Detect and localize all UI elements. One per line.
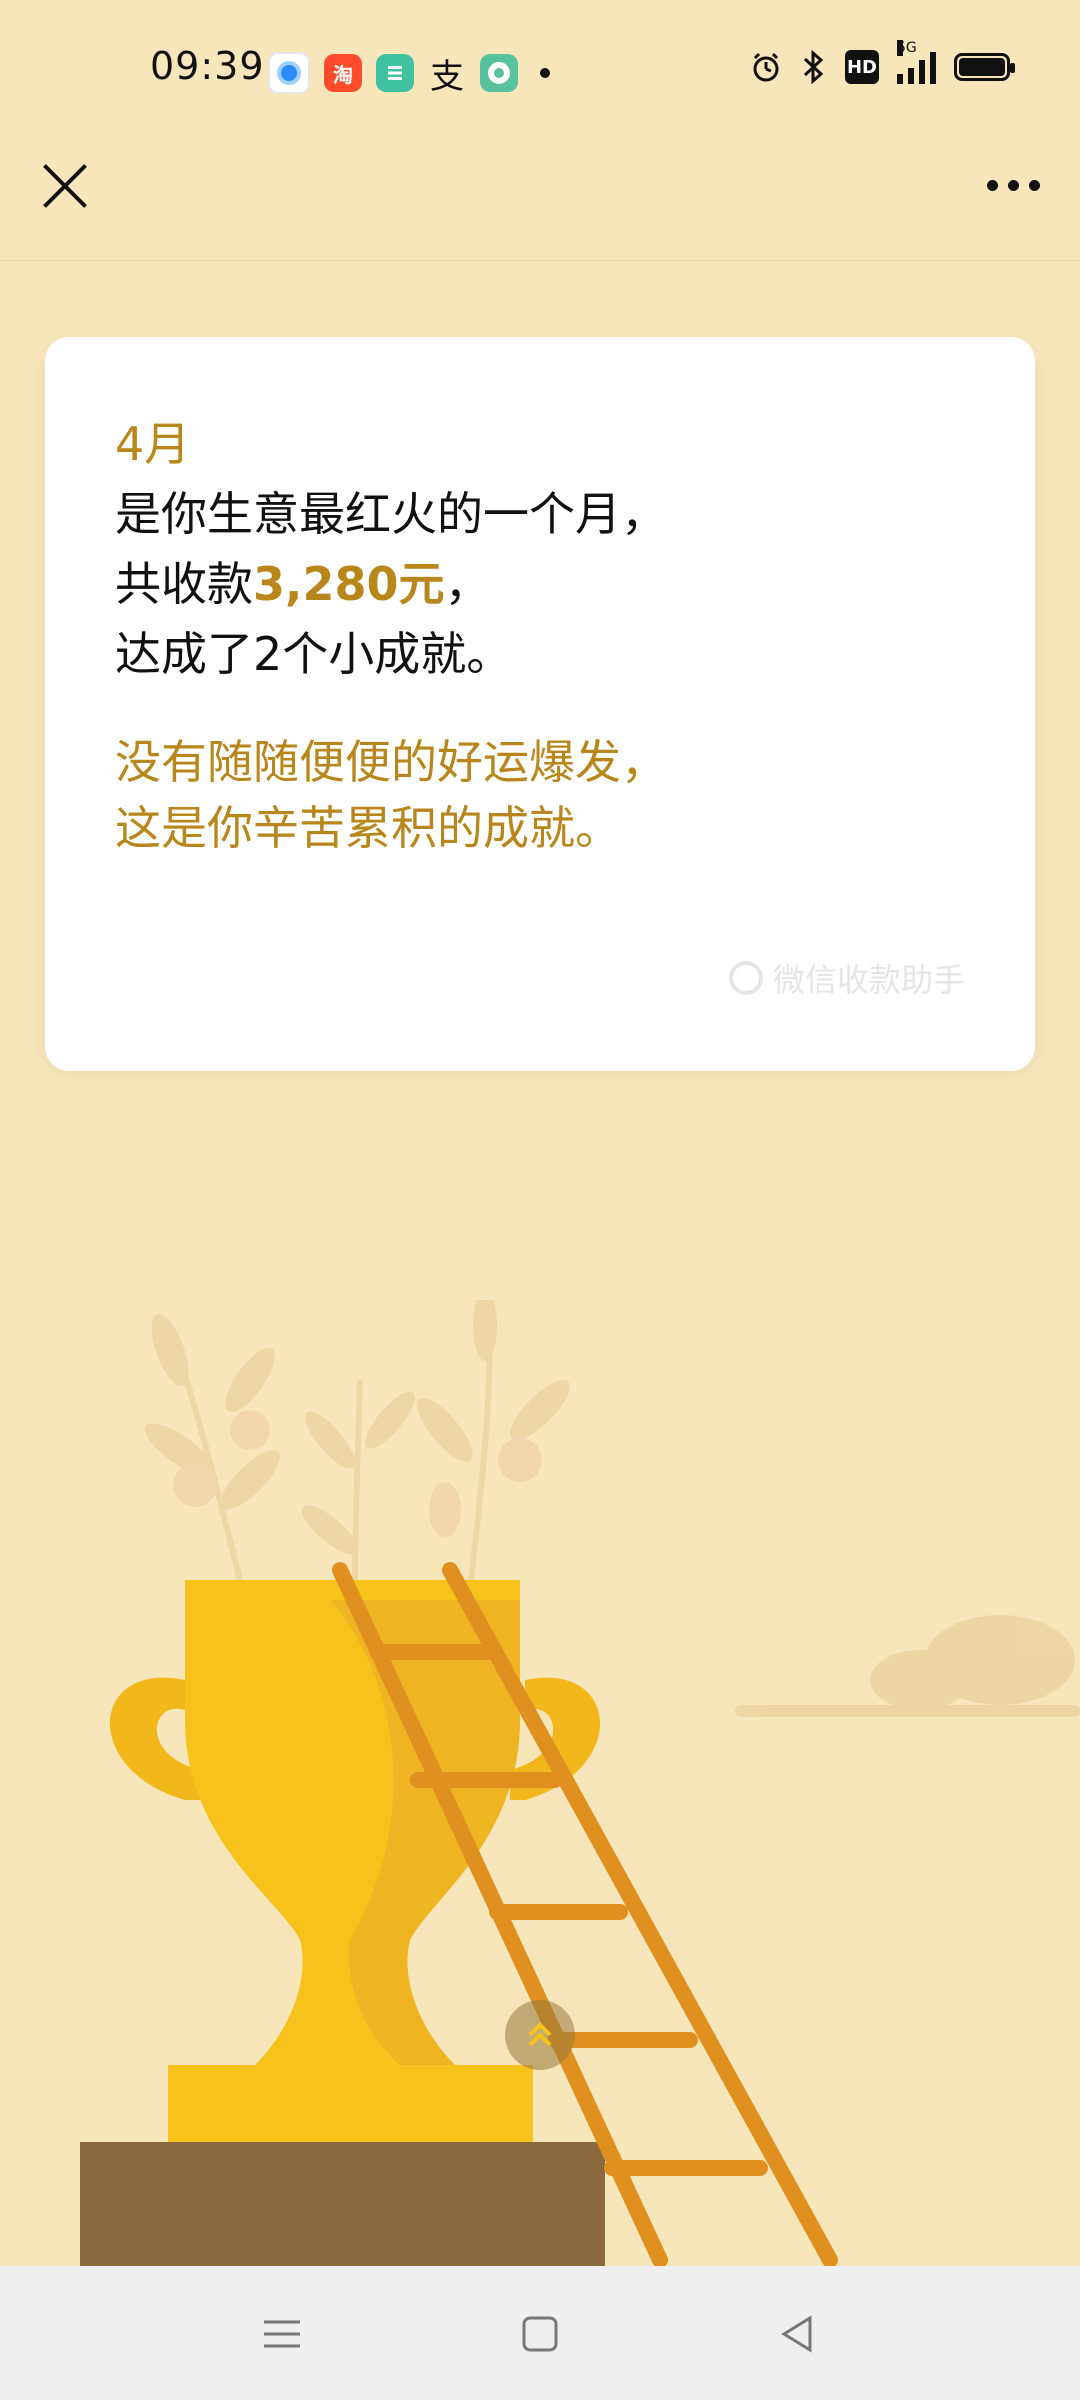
summary-line-3: 达成了2个小成就。 xyxy=(115,627,513,681)
hd-icon: HD xyxy=(845,50,879,84)
status-time: 09:39 xyxy=(150,44,265,88)
more-notifications-dot xyxy=(540,68,550,78)
cloud-icon xyxy=(735,1615,1080,1717)
taobao-glyph: 淘 xyxy=(333,62,353,87)
battery-icon xyxy=(954,53,1015,81)
summary-line-2: 共收款3,280元， xyxy=(115,549,965,619)
summary-line-1: 是你生意最红火的一个月， xyxy=(115,487,667,541)
status-bar: 09:39 淘 支 HD 5G xyxy=(0,0,1080,140)
amount-value: 3,280元 xyxy=(253,557,445,611)
plant-icon xyxy=(144,1300,570,1591)
browser-icon xyxy=(268,52,310,94)
summary-card: 4月 是你生意最红火的一个月， 共收款3,280元， 达成了2个小成就。 没有随… xyxy=(45,337,1035,1071)
hd-label: HD xyxy=(846,56,877,78)
scroll-up-button[interactable] xyxy=(505,2000,575,2070)
status-right-icons: HD 5G xyxy=(749,40,1015,84)
menu-icon[interactable] xyxy=(254,2306,310,2362)
notification-icons: 淘 支 xyxy=(268,52,550,97)
trophy-illustration xyxy=(80,1300,1080,2270)
taobao-icon: 淘 xyxy=(324,54,362,92)
quote: 没有随随便便的好运爆发， 这是你辛苦累积的成就。 xyxy=(115,729,965,861)
card-content: 4月 是你生意最红火的一个月， 共收款3,280元， 达成了2个小成就。 没有随… xyxy=(115,409,965,861)
summary-suffix: ， xyxy=(444,557,491,611)
watermark: 微信收款助手 xyxy=(728,955,965,1001)
more-icon[interactable] xyxy=(987,180,1040,191)
top-nav xyxy=(0,140,1080,261)
close-icon[interactable] xyxy=(38,160,88,210)
bluetooth-icon xyxy=(803,50,824,84)
double-chevron-up-icon xyxy=(528,2022,552,2047)
alipay-icon: 支 xyxy=(428,54,466,97)
5g-signal-icon: 5G xyxy=(897,40,936,84)
home-icon[interactable] xyxy=(512,2306,568,2362)
trophy-icon xyxy=(80,1580,605,2270)
network-label: 5G xyxy=(897,40,917,56)
alipay-glyph: 支 xyxy=(430,56,464,97)
quote-line-2: 这是你辛苦累积的成就。 xyxy=(115,801,621,855)
system-nav-bar xyxy=(0,2266,1080,2400)
ring-app-icon xyxy=(480,54,518,92)
summary-prefix: 共收款 xyxy=(115,557,253,611)
month-label: 4月 xyxy=(115,417,191,471)
wechat-pay-icon xyxy=(728,961,763,995)
watermark-text: 微信收款助手 xyxy=(772,961,965,999)
alarm-icon xyxy=(753,52,779,82)
app-icon xyxy=(376,54,414,92)
quote-line-1: 没有随随便便的好运爆发， xyxy=(115,735,667,789)
back-icon[interactable] xyxy=(770,2306,826,2362)
